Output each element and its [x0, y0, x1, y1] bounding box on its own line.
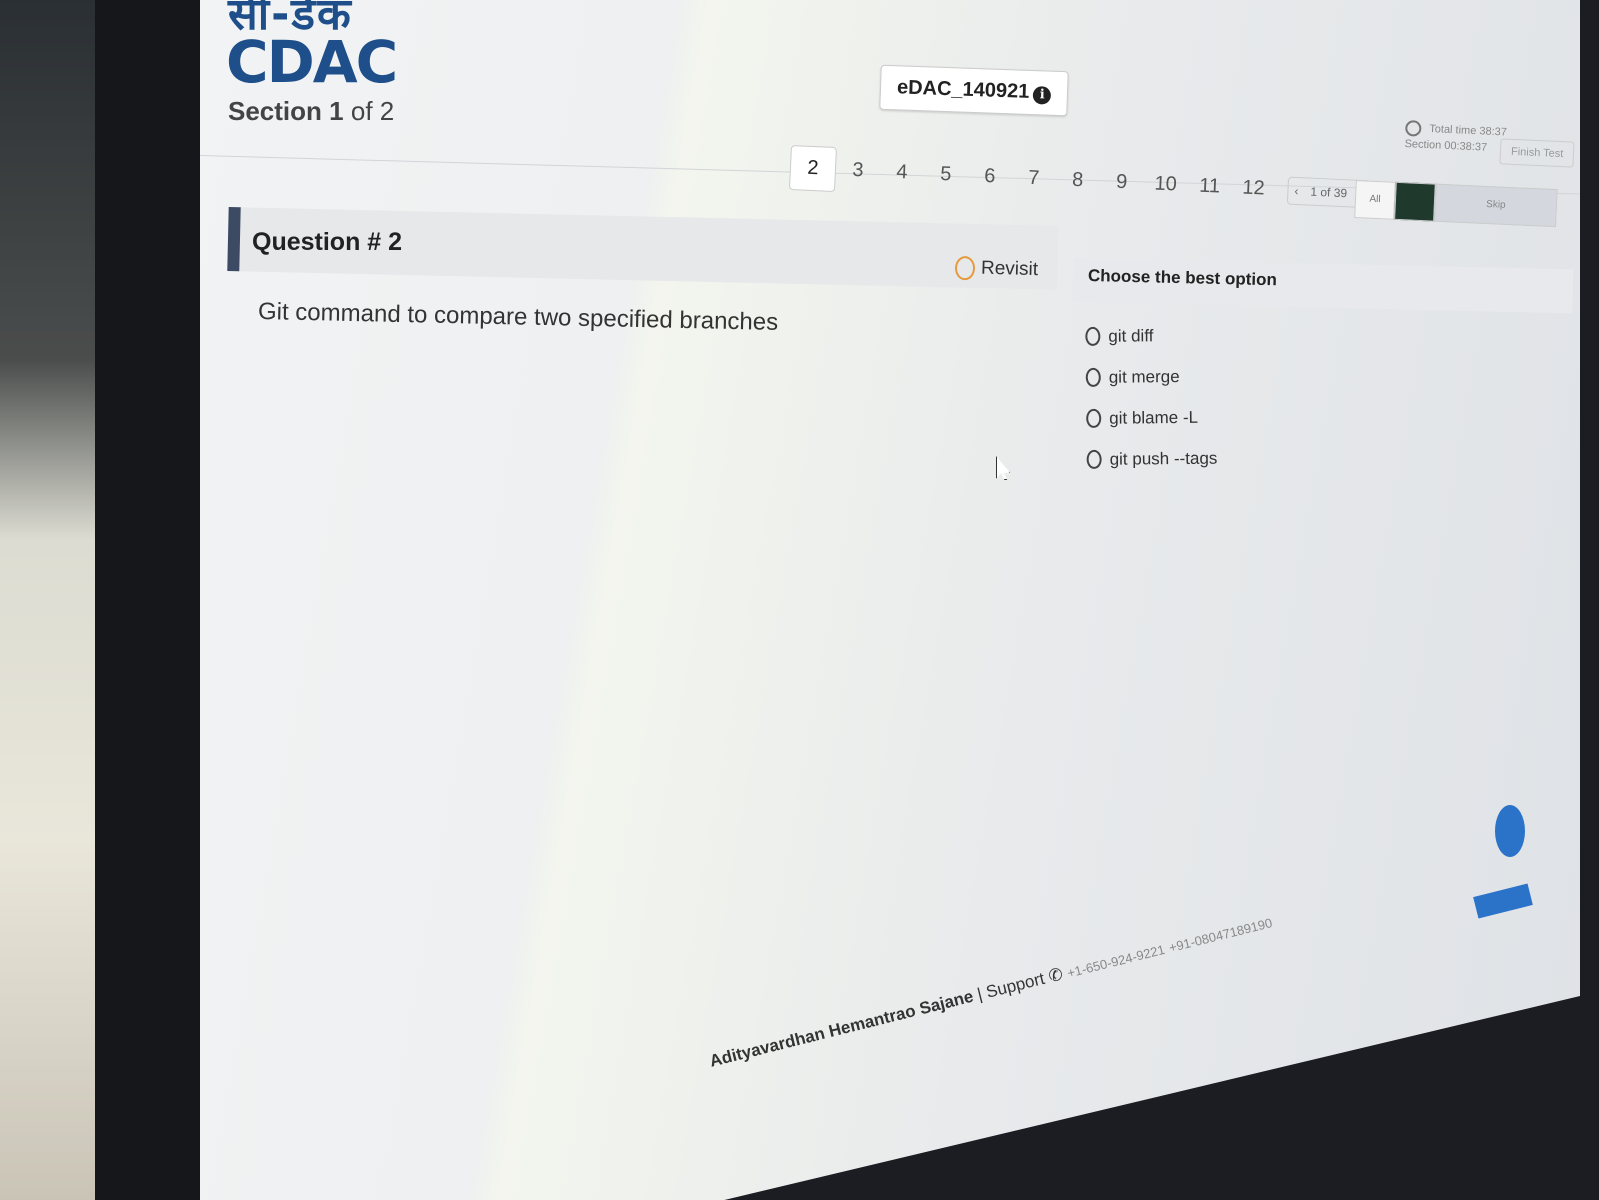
question-nav-6[interactable]: 6: [967, 164, 1012, 189]
question-text: Git command to compare two specified bra…: [257, 298, 779, 336]
option-git-blame[interactable]: git blame -L: [1086, 397, 1217, 439]
filter-answered-button[interactable]: [1394, 181, 1436, 222]
question-nav-7[interactable]: 7: [1011, 166, 1056, 191]
question-navigator: 2 3 4 5 6 7 8 9 10 11 12 ‹ 1 of 39 ›: [788, 145, 1371, 216]
radio-button[interactable]: [1085, 326, 1101, 347]
filter-all-button[interactable]: All: [1354, 180, 1396, 220]
revisit-label: Revisit: [980, 257, 1039, 281]
section-indicator: Section 1 of 2: [228, 96, 394, 127]
chat-icon[interactable]: [1495, 805, 1525, 857]
options-title: Choose the best option: [1087, 266, 1278, 290]
submit-button[interactable]: [1473, 883, 1533, 919]
info-icon[interactable]: i: [1032, 86, 1052, 105]
user-name: Adityavardhan Hemantrao Sajane: [707, 986, 976, 1071]
footer: Adityavardhan Hemantrao Sajane | Support…: [708, 912, 1275, 1071]
option-git-diff[interactable]: git diff: [1085, 315, 1216, 357]
finish-test-button[interactable]: Finish Test: [1499, 138, 1575, 168]
question-nav-2[interactable]: 2: [788, 145, 837, 193]
question-nav-4[interactable]: 4: [879, 160, 924, 185]
pager-label: 1 of 39: [1310, 184, 1348, 200]
option-label: git push --tags: [1109, 448, 1218, 469]
question-nav-11[interactable]: 11: [1187, 174, 1232, 199]
support-phone-us: +1-650-924-9221: [1065, 941, 1167, 981]
section-time: Section 00:38:37: [1404, 137, 1488, 154]
support-phone-in: +91-08047189190: [1167, 915, 1274, 956]
section-word: Section: [228, 96, 322, 126]
question-filter-group: All Skip: [1354, 180, 1558, 228]
support-label[interactable]: | Support: [975, 969, 1046, 1004]
cdac-logo: CDAC: [226, 28, 398, 96]
radio-button[interactable]: [1085, 367, 1101, 388]
option-git-merge[interactable]: git merge: [1085, 356, 1217, 398]
question-nav-3[interactable]: 3: [835, 158, 880, 183]
question-nav-8[interactable]: 8: [1055, 168, 1100, 193]
option-label: git blame -L: [1109, 407, 1199, 428]
phone-icon: ✆: [1046, 964, 1065, 987]
test-id-text: eDAC_140921: [896, 76, 1030, 103]
test-id-badge[interactable]: eDAC_140921 i: [879, 64, 1070, 117]
clock-icon: [1404, 120, 1422, 137]
option-label: git diff: [1108, 325, 1154, 346]
options-list: git diff git merge git blame -L git push…: [1085, 315, 1217, 480]
pager-prev-icon[interactable]: ‹: [1288, 177, 1305, 204]
section-current: 1: [329, 96, 344, 126]
room-background: [0, 0, 110, 1200]
revisit-button[interactable]: Revisit: [954, 255, 1039, 282]
question-title: Question # 2: [252, 228, 403, 256]
total-time: Total time 38:37: [1429, 123, 1508, 139]
filter-skip-button[interactable]: Skip: [1434, 183, 1558, 228]
question-nav-9[interactable]: 9: [1099, 170, 1144, 195]
exam-screen: सी-डैक CDAC Section 1 of 2 eDAC_140921 i …: [200, 0, 1580, 1200]
section-total: of 2: [350, 96, 395, 126]
option-git-push-tags[interactable]: git push --tags: [1086, 438, 1217, 480]
radio-button[interactable]: [1086, 408, 1102, 428]
mouse-cursor-icon: [996, 456, 1010, 480]
question-nav-12[interactable]: 12: [1231, 176, 1276, 201]
radio-button[interactable]: [1086, 449, 1102, 469]
option-label: git merge: [1108, 366, 1180, 387]
question-nav-5[interactable]: 5: [923, 162, 968, 187]
timer-panel: Total time 38:37 Section 00:38:37: [1404, 118, 1507, 157]
question-nav-10[interactable]: 10: [1143, 172, 1188, 197]
revisit-icon: [954, 255, 976, 281]
